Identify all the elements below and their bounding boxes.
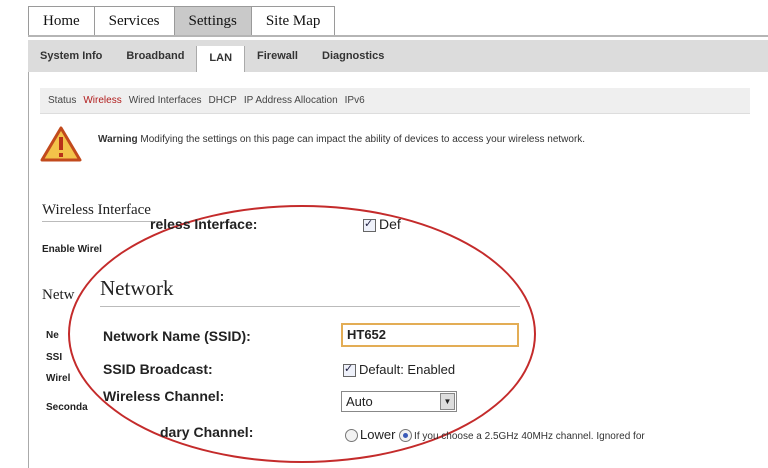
settings-subnav: System Info Broadband LAN Firewall Diagn… [28, 40, 768, 72]
enable-wireless-label: Enable Wirel [42, 244, 102, 255]
subtab-firewall[interactable]: Firewall [245, 40, 310, 72]
wireless-channel-label-bg: Wirel [46, 373, 71, 384]
wireless-channel-label: Wireless Channel: [103, 388, 225, 404]
network-divider [100, 306, 520, 307]
subtab-diagnostics[interactable]: Diagnostics [310, 40, 396, 72]
content-left-border [28, 72, 29, 468]
wireless-interface-divider [42, 221, 162, 222]
wireless-channel-value: Auto [346, 394, 373, 409]
tab-services[interactable]: Services [93, 6, 175, 35]
enable-wireless-default: Def [379, 216, 401, 232]
section-ip-allocation-link[interactable]: IP Address Allocation [244, 95, 338, 106]
wireless-interface-label: reless Interface: [150, 216, 258, 232]
ssid-broadcast-label-bg: SSI [46, 352, 63, 363]
section-ipv6-link[interactable]: IPv6 [345, 95, 365, 106]
ssid-broadcast-value: Default: Enabled [359, 362, 456, 377]
secondary-channel-note: If you choose a 2.5GHz 40MHz channel. Ig… [414, 431, 645, 442]
dropdown-arrow-icon[interactable]: ▼ [440, 393, 455, 410]
enable-wireless-checkbox-row: Def [363, 216, 401, 232]
section-status-link[interactable]: Status [48, 95, 76, 106]
secondary-upper-radio[interactable] [399, 429, 413, 443]
tab-home[interactable]: Home [28, 6, 95, 35]
section-wireless-link[interactable]: Wireless [83, 95, 121, 106]
wireless-interface-heading: Wireless Interface [42, 202, 151, 218]
ssid-label: Network Name (SSID): [103, 328, 251, 344]
subtab-system-info[interactable]: System Info [28, 40, 114, 72]
wireless-channel-select[interactable]: Auto ▼ [341, 391, 457, 412]
section-dhcp-link[interactable]: DHCP [209, 95, 237, 106]
network-name-label-bg: Ne [46, 330, 59, 341]
warning-icon [40, 126, 82, 162]
subtab-broadband[interactable]: Broadband [114, 40, 196, 72]
ssid-broadcast-checkbox[interactable] [343, 362, 356, 378]
warning-title: Warning [98, 134, 138, 145]
enable-wireless-checkbox[interactable] [363, 217, 376, 232]
top-nav-divider [28, 35, 768, 37]
top-nav-tabs: Home Services Settings Site Map [28, 6, 336, 36]
lan-section-nav: Status Wireless Wired Interfaces DHCP IP… [40, 88, 750, 114]
network-heading-bg: Netw [42, 287, 75, 303]
warning-message: Warning Modifying the settings on this p… [98, 134, 585, 145]
tab-site-map[interactable]: Site Map [250, 6, 336, 35]
section-wired-interfaces-link[interactable]: Wired Interfaces [129, 95, 202, 106]
secondary-lower-label: Lower [360, 427, 396, 442]
subtab-lan[interactable]: LAN [196, 46, 246, 72]
ssid-broadcast-row: Default: Enabled [343, 362, 456, 378]
tab-settings[interactable]: Settings [173, 6, 252, 35]
warning-text: Modifying the settings on this page can … [140, 134, 586, 145]
secondary-channel-row: Lower If you choose a 2.5GHz 40MHz chann… [345, 427, 645, 443]
network-heading: Network [100, 276, 174, 300]
ssid-input[interactable]: HT652 [341, 323, 519, 347]
secondary-channel-label: dary Channel: [160, 424, 254, 440]
secondary-channel-label-bg: Seconda [46, 402, 88, 413]
ssid-broadcast-label: SSID Broadcast: [103, 361, 213, 377]
secondary-lower-radio[interactable] [345, 429, 358, 443]
